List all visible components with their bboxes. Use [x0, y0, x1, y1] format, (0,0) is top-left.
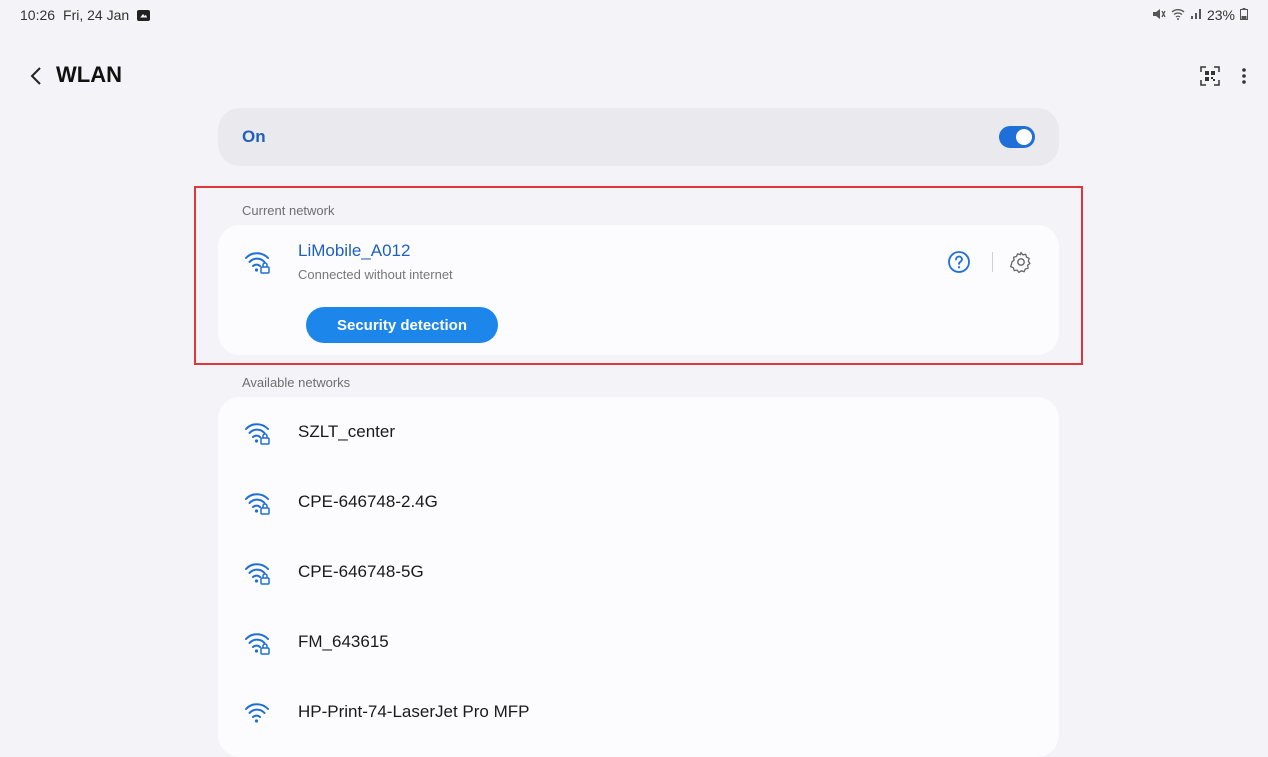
network-name: CPE-646748-2.4G [298, 492, 438, 511]
chevron-left-icon [30, 67, 41, 85]
wifi-secured-icon [244, 490, 272, 521]
network-name: SZLT_center [298, 422, 396, 441]
available-networks-label: Available networks [242, 375, 351, 390]
page-title: WLAN [56, 62, 122, 87]
network-settings-button[interactable] [1009, 250, 1033, 274]
network-item-cpe-646748-5g[interactable]: CPE-646748-5G [218, 537, 1059, 607]
wifi-secured-icon [244, 420, 272, 451]
battery-icon [1240, 7, 1248, 23]
switch-knob [1016, 129, 1032, 145]
wifi-status-icon [1171, 8, 1185, 23]
help-button[interactable] [947, 250, 971, 274]
current-network-name: LiMobile_A012 [298, 241, 411, 260]
back-button[interactable] [22, 60, 50, 92]
more-vertical-icon [1242, 68, 1246, 84]
divider [992, 252, 993, 272]
mute-icon [1152, 8, 1166, 23]
wlan-toggle-row[interactable]: On [218, 108, 1059, 166]
security-detection-button[interactable]: Security detection [306, 307, 498, 343]
wifi-secured-icon [244, 560, 272, 591]
status-date: Fri, 24 Jan [63, 7, 130, 23]
help-icon [948, 251, 970, 273]
network-item-hp-print-74[interactable]: HP-Print-74-LaserJet Pro MFP [218, 677, 1059, 747]
network-item-cpe-646748-2-4g[interactable]: CPE-646748-2.4G [218, 467, 1059, 537]
signal-icon [1190, 8, 1202, 23]
qr-scan-button[interactable] [1198, 64, 1222, 88]
current-network-status: Connected without internet [298, 267, 453, 282]
gallery-notification-icon [137, 9, 151, 21]
network-name: FM_643615 [298, 632, 389, 651]
current-network-card[interactable]: LiMobile_A012 Connected without internet… [218, 225, 1059, 355]
wlan-toggle-label: On [242, 127, 266, 146]
network-name: CPE-646748-5G [298, 562, 424, 581]
more-options-button[interactable] [1232, 64, 1256, 88]
app-bar: WLAN [0, 56, 1268, 96]
gear-icon [1010, 251, 1031, 274]
status-left: 10:26 Fri, 24 Jan [20, 7, 151, 23]
network-name: HP-Print-74-LaserJet Pro MFP [298, 702, 530, 721]
current-network-label: Current network [242, 203, 335, 218]
wifi-open-icon [244, 700, 272, 731]
network-item-fm-643615[interactable]: FM_643615 [218, 607, 1059, 677]
status-right: 23% [1152, 7, 1248, 23]
wifi-secured-icon [244, 249, 272, 280]
status-time: 10:26 [20, 7, 56, 23]
qr-code-icon [1200, 66, 1220, 86]
wlan-switch[interactable] [999, 126, 1035, 148]
wifi-secured-icon [244, 630, 272, 661]
battery-percent: 23% [1206, 7, 1235, 23]
status-bar: 10:26 Fri, 24 Jan 23% [0, 0, 1268, 34]
network-item-szlt-center[interactable]: SZLT_center [218, 397, 1059, 467]
available-networks-list: SZLT_center CPE-646748-2.4G CPE-646748-5… [218, 397, 1059, 757]
